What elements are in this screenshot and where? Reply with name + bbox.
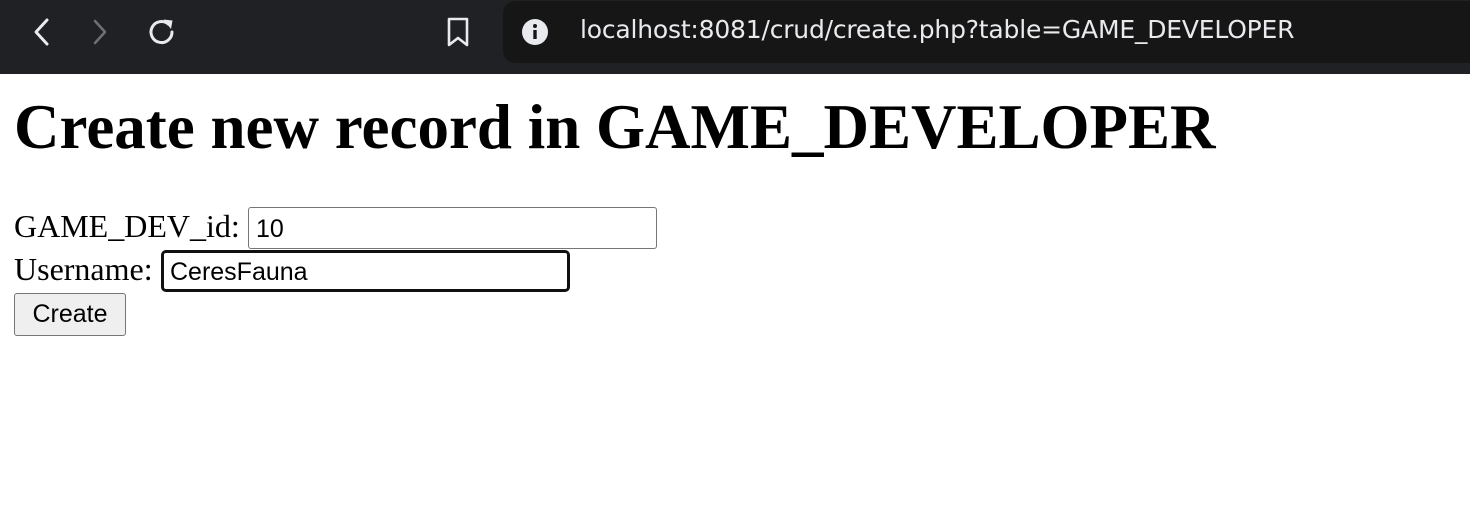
forward-button[interactable] [78,10,122,54]
bookmark-button[interactable] [436,10,480,54]
page-content: Create new record in GAME_DEVELOPER GAME… [0,74,1470,522]
info-icon[interactable] [519,16,551,48]
chevron-left-icon [34,18,49,46]
game-dev-id-label: GAME_DEV_id: [14,208,240,244]
reload-icon [149,19,174,44]
browser-toolbar: localhost:8081/crud/create.php?table=GAM… [0,0,1470,74]
bookmark-icon [447,17,469,47]
chevron-right-icon [93,19,107,45]
create-button[interactable]: Create [14,293,126,336]
username-input[interactable] [161,250,570,292]
game-dev-id-input[interactable] [248,207,657,249]
username-label: Username: [14,251,153,287]
address-bar[interactable]: localhost:8081/crud/create.php?table=GAM… [503,1,1470,63]
url-text[interactable]: localhost:8081/crud/create.php?table=GAM… [580,15,1295,44]
page-title: Create new record in GAME_DEVELOPER [14,92,1216,162]
back-button[interactable] [20,10,64,54]
reload-button[interactable] [140,10,184,54]
